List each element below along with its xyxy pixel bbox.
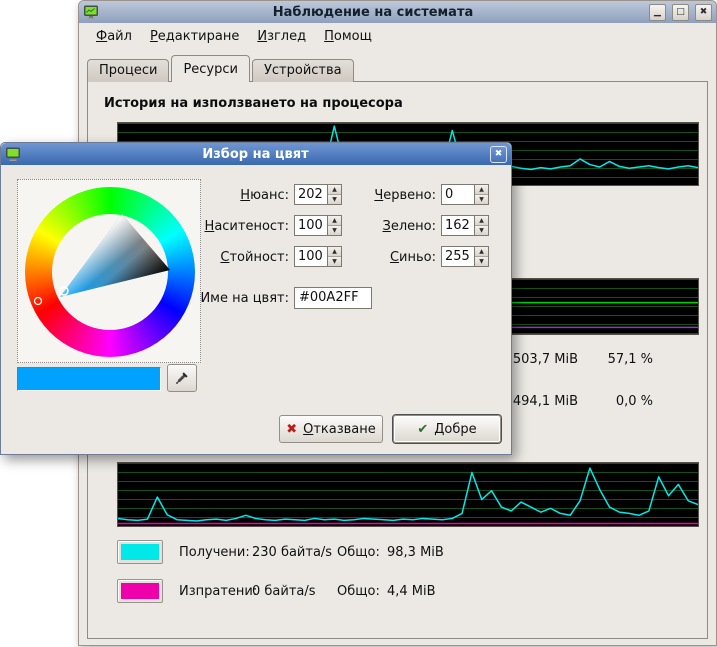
- menu-file[interactable]: Файл: [87, 25, 141, 48]
- window-title: Наблюдение на системата: [103, 5, 643, 20]
- tab-processes[interactable]: Процеси: [87, 59, 169, 82]
- sent-total: 4,4 MiB: [387, 584, 436, 599]
- received-swatch-color: [121, 544, 159, 560]
- swap-percent: 0,0 %: [593, 394, 653, 409]
- legend-received-row: Получени: 230 байта/s Общо: 98,3 MiB: [117, 539, 444, 565]
- memory-percent: 57,1 %: [593, 352, 653, 367]
- dialog-title: Избор на цвят: [25, 147, 486, 162]
- red-label: Червено:: [346, 188, 436, 203]
- ok-icon: ✔: [417, 423, 428, 436]
- menubar: Файл Редактиране Изглед Помощ: [79, 23, 716, 49]
- cancel-icon: ✖: [286, 423, 297, 436]
- maximize-button[interactable]: □: [672, 4, 689, 21]
- main-titlebar[interactable]: Наблюдение на системата ▁ □ ✖: [79, 1, 716, 23]
- saturation-label: Наситеност:: [196, 219, 289, 234]
- hue-label: Нюанс:: [196, 188, 289, 203]
- red-spin-down-button[interactable]: ▼: [475, 195, 488, 204]
- red-value[interactable]: 0: [442, 185, 474, 204]
- blue-label: Синьо:: [346, 250, 436, 265]
- cancel-button-label: Отказване: [303, 422, 376, 437]
- hue-spin-up-button[interactable]: ▲: [328, 185, 341, 195]
- hue-spin-down-button[interactable]: ▼: [328, 195, 341, 204]
- value-spin-up-button[interactable]: ▲: [328, 247, 341, 257]
- cpu-history-heading: История на използването на процесора: [104, 96, 403, 111]
- value-label: Стойност:: [196, 250, 289, 265]
- hue-marker[interactable]: [35, 298, 42, 305]
- hsv-triangle[interactable]: [18, 180, 202, 364]
- menu-view[interactable]: Изглед: [248, 25, 315, 48]
- color-preview: [17, 367, 161, 391]
- saturation-spin-down-button[interactable]: ▼: [328, 226, 341, 235]
- dialog-titlebar[interactable]: Избор на цвят ✖: [1, 143, 511, 165]
- ok-button[interactable]: ✔ Добре: [393, 415, 501, 443]
- blue-spinbutton[interactable]: 255 ▲▼: [441, 246, 489, 267]
- green-label: Зелено:: [346, 219, 436, 234]
- minimize-button[interactable]: ▁: [649, 4, 666, 21]
- eyedropper-button[interactable]: [167, 364, 197, 392]
- sent-swatch-color: [121, 583, 159, 599]
- minimize-icon: ▁: [654, 7, 661, 17]
- dialog-icon: [5, 146, 21, 162]
- cancel-button[interactable]: ✖ Отказване: [279, 415, 383, 443]
- close-icon: ✖: [700, 7, 708, 17]
- green-spin-down-button[interactable]: ▼: [475, 226, 488, 235]
- legend-sent-row: Изпратени: 0 байта/s Общо: 4,4 MiB: [117, 578, 436, 604]
- received-total: 98,3 MiB: [387, 545, 444, 560]
- sent-total-label: Общо:: [337, 584, 387, 599]
- value-spin-down-button[interactable]: ▼: [328, 257, 341, 266]
- network-history-chart: [117, 462, 699, 527]
- hue-spinbutton[interactable]: 202 ▲▼: [294, 184, 342, 205]
- system-monitor-icon: [83, 4, 99, 20]
- received-label: Получени:: [179, 545, 252, 560]
- saturation-spin-up-button[interactable]: ▲: [328, 216, 341, 226]
- blue-value[interactable]: 255: [442, 247, 474, 266]
- red-spinbutton[interactable]: 0 ▲▼: [441, 184, 489, 205]
- blue-spin-down-button[interactable]: ▼: [475, 257, 488, 266]
- color-wheel[interactable]: [17, 179, 201, 363]
- received-color-swatch: [117, 540, 163, 564]
- saturation-value[interactable]: 100: [295, 216, 327, 235]
- color-name-input[interactable]: #00A2FF: [294, 287, 372, 309]
- green-spinbutton[interactable]: 162 ▲▼: [441, 215, 489, 236]
- blue-spin-up-button[interactable]: ▲: [475, 247, 488, 257]
- green-spin-up-button[interactable]: ▲: [475, 216, 488, 226]
- menu-edit[interactable]: Редактиране: [141, 25, 248, 48]
- dialog-close-button[interactable]: ✖: [490, 146, 507, 163]
- memory-amount: 503,7 MiB: [503, 352, 578, 367]
- eyedropper-icon: [174, 370, 190, 386]
- saturation-spinbutton[interactable]: 100 ▲▼: [294, 215, 342, 236]
- notebook-tabs: Процеси Ресурси Устройства: [87, 55, 356, 82]
- tab-devices[interactable]: Устройства: [252, 59, 354, 82]
- ok-button-label: Добре: [434, 422, 476, 437]
- maximize-icon: □: [676, 7, 685, 17]
- value-value[interactable]: 100: [295, 247, 327, 266]
- hue-value[interactable]: 202: [295, 185, 327, 204]
- tab-resources[interactable]: Ресурси: [171, 55, 250, 82]
- red-spin-up-button[interactable]: ▲: [475, 185, 488, 195]
- menu-help[interactable]: Помощ: [315, 25, 381, 48]
- sent-color-swatch: [117, 579, 163, 603]
- color-name-label: Име на цвят:: [196, 291, 289, 306]
- swap-amount: 494,1 MiB: [503, 394, 578, 409]
- received-total-label: Общо:: [337, 545, 387, 560]
- green-value[interactable]: 162: [442, 216, 474, 235]
- sent-rate: 0 байта/s: [252, 584, 337, 599]
- received-rate: 230 байта/s: [252, 545, 337, 560]
- value-spinbutton[interactable]: 100 ▲▼: [294, 246, 342, 267]
- dialog-close-icon: ✖: [495, 149, 503, 159]
- close-button[interactable]: ✖: [695, 4, 712, 21]
- color-picker-dialog: Избор на цвят ✖ Нюанс: [0, 142, 512, 455]
- sent-label: Изпратени:: [179, 584, 252, 599]
